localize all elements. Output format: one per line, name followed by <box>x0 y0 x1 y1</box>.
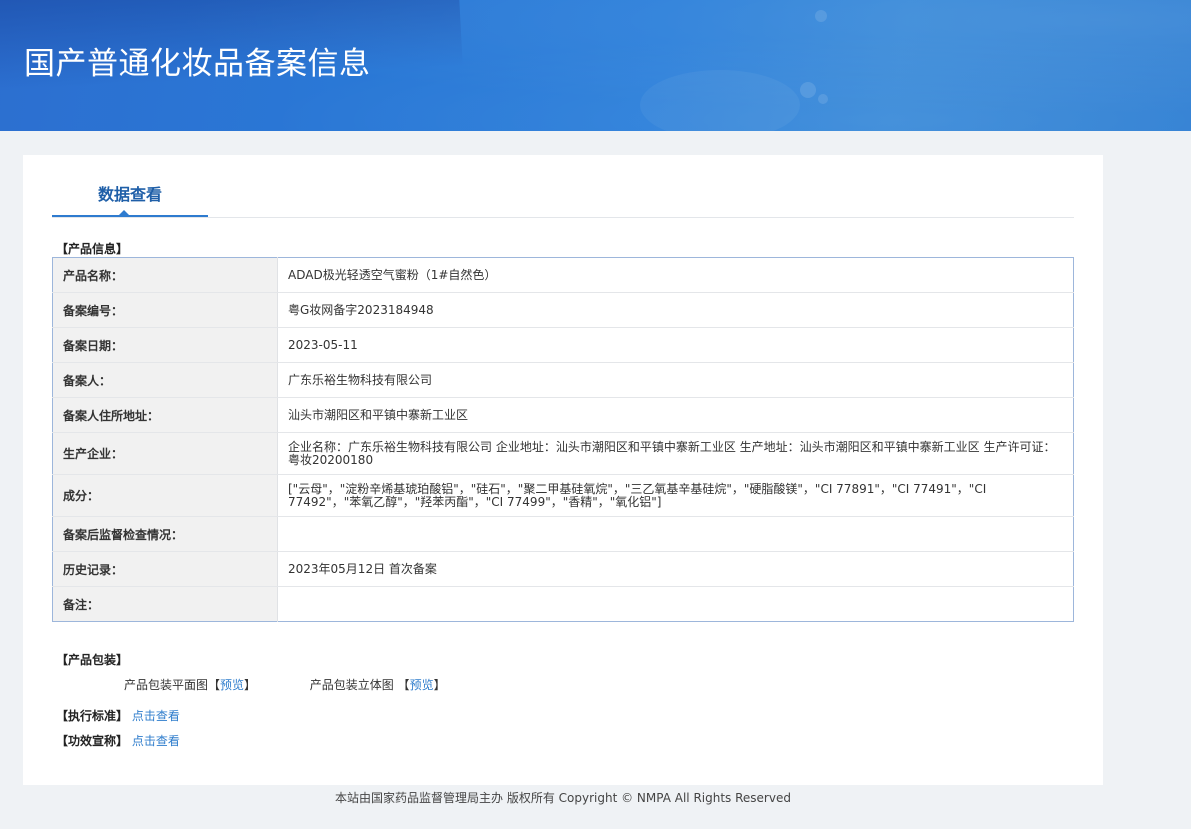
row-label: 历史记录： <box>52 551 278 587</box>
row-label: 成分： <box>52 474 278 517</box>
standard-view-link[interactable]: 点击查看 <box>132 709 180 723</box>
row-label: 生产企业： <box>52 432 278 475</box>
table-row: 备案后监督检查情况： <box>52 516 1074 552</box>
row-value: ADAD极光轻透空气蜜粉（1#自然色） <box>277 257 1074 293</box>
bracket-open: 【 <box>208 678 221 692</box>
row-label: 备案人住所地址： <box>52 397 278 433</box>
packaging-stereo-label: 产品包装立体图 <box>309 678 398 692</box>
row-label: 备案后监督检查情况： <box>52 516 278 552</box>
row-label: 备案编号： <box>52 292 278 328</box>
page-title: 国产普通化妆品备案信息 <box>24 46 371 82</box>
page-header: 国产普通化妆品备案信息 <box>0 0 1191 131</box>
row-value: 广东乐裕生物科技有限公司 <box>277 362 1074 398</box>
packaging-stereo: 产品包装立体图 【预览】 <box>310 677 446 693</box>
standard-title: 【执行标准】 <box>56 709 129 723</box>
product-info-title: 【产品信息】 <box>56 242 129 256</box>
header-decoration <box>640 70 800 131</box>
row-value <box>278 587 1074 622</box>
packaging-links: 产品包装平面图【预览】 产品包装立体图 【预览】 <box>124 677 446 693</box>
tab-caret-icon <box>118 210 130 216</box>
row-value: ["云母"，"淀粉辛烯基琥珀酸铝"，"硅石"，"聚二甲基硅氧烷"，"三乙氧基辛基… <box>277 474 1074 517</box>
efficacy-title: 【功效宣称】 <box>56 734 129 748</box>
efficacy-view-link[interactable]: 点击查看 <box>132 734 180 748</box>
bracket-close: 】 <box>244 678 257 692</box>
header-decoration <box>815 10 827 22</box>
tab-bar: 数据查看 <box>52 155 1074 218</box>
packaging-stereo-preview-link[interactable]: 预览 <box>410 678 434 692</box>
tab-data-view[interactable]: 数据查看 <box>52 155 208 217</box>
table-row: 备案编号： 粤G妆网备字2023184948 <box>52 292 1074 328</box>
table-row: 生产企业： 企业名称：广东乐裕生物科技有限公司 企业地址：汕头市潮阳区和平镇中寨… <box>52 432 1074 475</box>
packaging-flat-label: 产品包装平面图 <box>124 678 209 692</box>
table-row: 产品名称： ADAD极光轻透空气蜜粉（1#自然色） <box>52 257 1074 293</box>
row-label: 备案日期： <box>52 327 278 363</box>
packaging-flat: 产品包装平面图【预览】 <box>124 677 256 693</box>
content-card: 数据查看 【产品信息】 产品名称： ADAD极光轻透空气蜜粉（1#自然色） 备案… <box>23 155 1103 785</box>
row-value: 2023-05-11 <box>277 327 1074 363</box>
bracket-open: 【 <box>397 678 410 692</box>
header-decoration <box>800 82 816 98</box>
page-footer: 本站由国家药品监督管理局主办 版权所有 Copyright © NMPA All… <box>335 791 791 805</box>
table-row: 备案人住所地址： 汕头市潮阳区和平镇中寨新工业区 <box>52 397 1074 433</box>
bracket-close: 】 <box>433 678 446 692</box>
tab-label: 数据查看 <box>97 185 162 204</box>
row-label: 产品名称： <box>52 257 278 293</box>
table-row: 备注： <box>52 586 1074 622</box>
packaging-title: 【产品包装】 <box>56 653 129 667</box>
packaging-flat-preview-link[interactable]: 预览 <box>220 678 244 692</box>
table-row: 备案人： 广东乐裕生物科技有限公司 <box>52 362 1074 398</box>
row-label: 备案人： <box>52 362 278 398</box>
row-label: 备注： <box>52 586 278 622</box>
table-row: 备案日期： 2023-05-11 <box>52 327 1074 363</box>
row-value: 企业名称：广东乐裕生物科技有限公司 企业地址：汕头市潮阳区和平镇中寨新工业区 生… <box>277 432 1074 475</box>
efficacy-section: 【功效宣称】 点击查看 <box>56 733 180 749</box>
table-row: 成分： ["云母"，"淀粉辛烯基琥珀酸铝"，"硅石"，"聚二甲基硅氧烷"，"三乙… <box>52 474 1074 517</box>
row-value: 2023年05月12日 首次备案 <box>277 551 1074 587</box>
row-value: 粤G妆网备字2023184948 <box>277 292 1074 328</box>
standard-section: 【执行标准】 点击查看 <box>56 708 180 724</box>
header-decoration <box>818 94 828 104</box>
row-value: 汕头市潮阳区和平镇中寨新工业区 <box>277 397 1074 433</box>
row-value <box>277 516 1074 552</box>
table-row: 历史记录： 2023年05月12日 首次备案 <box>52 551 1074 587</box>
product-info-table: 产品名称： ADAD极光轻透空气蜜粉（1#自然色） 备案编号： 粤G妆网备字20… <box>52 257 1074 622</box>
